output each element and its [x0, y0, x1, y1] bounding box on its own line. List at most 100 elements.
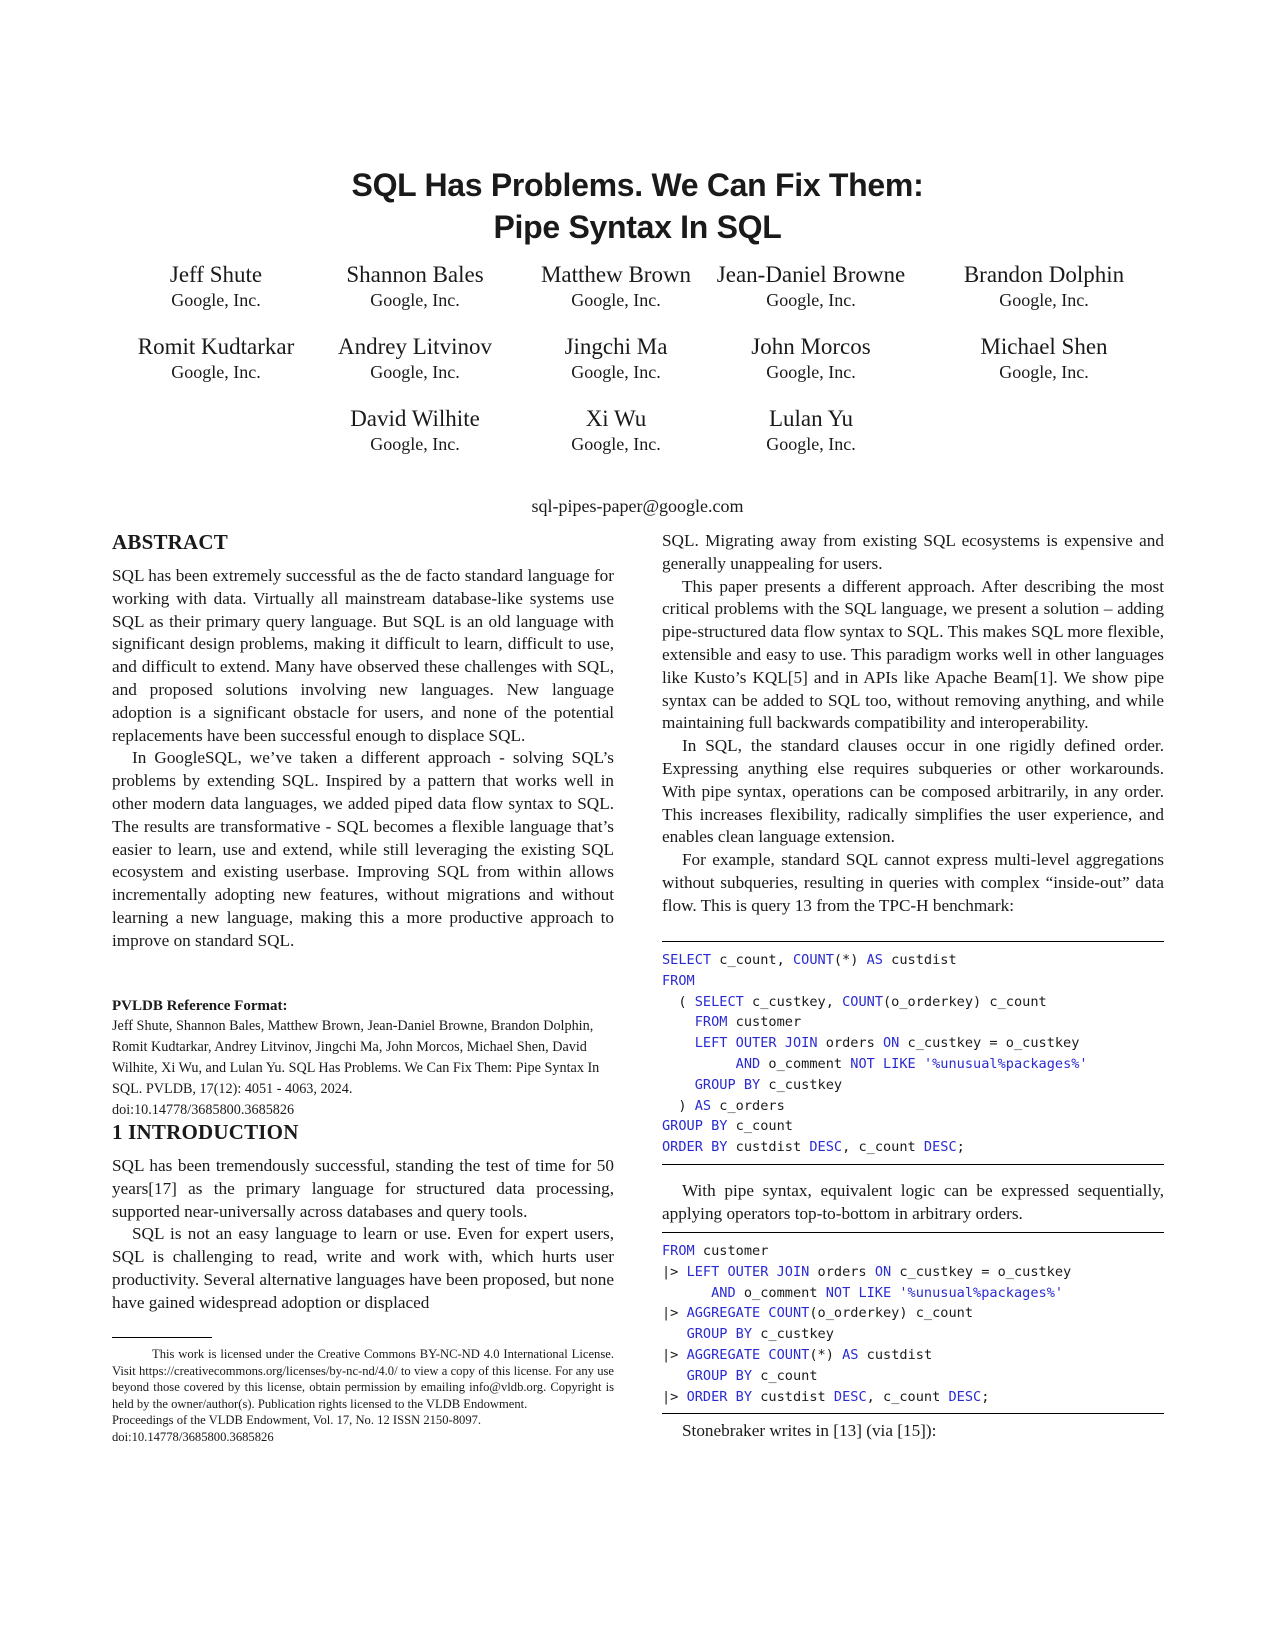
author-name: Andrey Litvinov: [338, 334, 492, 359]
sql-text: |>: [662, 1305, 687, 1322]
sql-text: custdist: [727, 1139, 810, 1156]
body-paragraph: Stonebraker writes in [13] (via [15]):: [682, 1421, 937, 1440]
body-paragraph: This paper presents a different approach…: [662, 576, 1164, 733]
author-name: David Wilhite: [350, 406, 480, 431]
sql-keyword: ORDER BY: [686, 1388, 753, 1405]
sql-text: c_custkey,: [743, 993, 843, 1010]
code-line: FROM customer: [662, 1241, 1164, 1262]
sql-keyword: GROUP BY: [686, 1367, 753, 1384]
code-block-standard-sql: SELECT c_count, COUNT(*) AS custdist FROM…: [662, 941, 1164, 1165]
sql-text: (*): [833, 952, 867, 968]
paper-title: SQL Has Problems. We Can Fix Them: Pipe …: [0, 164, 1275, 248]
body-paragraph: For example, standard SQL cannot express…: [662, 850, 1164, 915]
sql-text: ;: [956, 1139, 965, 1156]
sql-text: |>: [662, 1346, 687, 1363]
author-name: Jingchi Ma: [564, 334, 668, 359]
sql-keyword: ORDER BY: [662, 1139, 728, 1156]
author: Jean-Daniel Browne Google, Inc.: [698, 261, 924, 312]
author-affiliation: Google, Inc.: [999, 362, 1089, 382]
author-name: Jeff Shute: [169, 262, 263, 287]
sql-keyword: GROUP BY: [694, 1076, 761, 1093]
author: Brandon Dolphin Google, Inc.: [924, 261, 1164, 312]
proceedings-note: Proceedings of the VLDB Endowment, Vol. …: [112, 1413, 482, 1427]
sql-keyword: AS: [694, 1097, 712, 1114]
abstract-paragraph: SQL has been extremely successful as the…: [112, 566, 614, 745]
sql-keyword: NOT LIKE: [850, 1055, 916, 1072]
sql-keyword: AGGREGATE: [686, 1346, 761, 1363]
title-line-1: SQL Has Problems. We Can Fix Them:: [351, 167, 924, 203]
footnote-divider: [112, 1337, 212, 1338]
sql-text: customer: [727, 1014, 802, 1031]
code-line: |> LEFT OUTER JOIN orders ON c_custkey =…: [662, 1262, 1164, 1283]
author: Andrey Litvinov Google, Inc.: [305, 333, 525, 384]
sql-text: , c_count: [842, 1139, 924, 1156]
code-line: SELECT c_count, COUNT(*) AS custdist: [662, 950, 1164, 971]
author-affiliation: Google, Inc.: [370, 362, 460, 382]
author: Jeff Shute Google, Inc.: [106, 261, 326, 312]
code-line: FROM: [662, 971, 1164, 992]
code-line: GROUP BY c_custkey: [662, 1324, 1164, 1345]
author: Lulan Yu Google, Inc.: [701, 405, 921, 456]
abstract-paragraph: In GoogleSQL, we’ve taken a different ap…: [112, 748, 614, 950]
author-affiliation: Google, Inc.: [766, 362, 856, 382]
right-column-text-2: With pipe syntax, equivalent logic can b…: [662, 1180, 1164, 1226]
code-line: AND o_comment NOT LIKE '%unusual%package…: [662, 1283, 1164, 1304]
sql-text: o_comment: [760, 1055, 851, 1072]
author: Jingchi Ma Google, Inc.: [506, 333, 726, 384]
code-line: ( SELECT c_custkey, COUNT(o_orderkey) c_…: [662, 992, 1164, 1013]
author-affiliation: Google, Inc.: [999, 290, 1089, 310]
code-line: FROM customer: [662, 1012, 1164, 1033]
sql-text: c_custkey = o_custkey: [899, 1035, 1080, 1052]
sql-text: (: [662, 993, 695, 1010]
sql-keyword: '%unusual%packages%': [899, 1284, 1064, 1301]
abstract-body: SQL has been extremely successful as the…: [112, 565, 614, 953]
sql-keyword: DESC: [948, 1388, 982, 1405]
sql-keyword: GROUP BY: [686, 1326, 753, 1343]
code-line: LEFT OUTER JOIN orders ON c_custkey = o_…: [662, 1033, 1164, 1054]
footnote: This work is licensed under the Creative…: [112, 1346, 614, 1445]
reference-format-text: Jeff Shute, Shannon Bales, Matthew Brown…: [112, 1018, 600, 1097]
author-affiliation: Google, Inc.: [171, 362, 261, 382]
author-affiliation: Google, Inc.: [571, 362, 661, 382]
code-line: |> AGGREGATE COUNT(o_orderkey) c_count: [662, 1303, 1164, 1324]
author-name: Jean-Daniel Browne: [716, 262, 906, 287]
author-affiliation: Google, Inc.: [766, 434, 856, 454]
sql-text: c_count,: [711, 952, 793, 968]
reference-format-heading: PVLDB Reference Format:: [112, 998, 288, 1014]
sql-text: c_custkey: [760, 1076, 843, 1093]
sql-text: custdist: [883, 952, 957, 968]
author-name: Matthew Brown: [540, 262, 692, 287]
author-affiliation: Google, Inc.: [571, 290, 661, 310]
sql-text: c_count: [752, 1367, 818, 1384]
sql-text: custdist: [858, 1346, 933, 1363]
title-line-2: Pipe Syntax In SQL: [493, 209, 782, 245]
code-line: AND o_comment NOT LIKE '%unusual%package…: [662, 1054, 1164, 1075]
sql-keyword: AGGREGATE: [686, 1305, 761, 1322]
author-name: Michael Shen: [980, 334, 1108, 359]
sql-text: c_custkey = o_custkey: [891, 1263, 1072, 1280]
sql-keyword: '%unusual%packages%': [923, 1055, 1088, 1072]
author: Xi Wu Google, Inc.: [506, 405, 726, 456]
author-name: John Morcos: [751, 334, 871, 359]
sql-keyword: GROUP BY: [662, 1118, 728, 1135]
sql-keyword: COUNT: [792, 952, 834, 968]
code-line: GROUP BY c_custkey: [662, 1075, 1164, 1096]
sql-text: o_comment: [735, 1284, 826, 1301]
code-block-pipe-sql: FROM customer |> LEFT OUTER JOIN orders O…: [662, 1232, 1164, 1415]
sql-text: ): [662, 1097, 695, 1114]
footnote-doi: doi:10.14778/3685800.3685826: [112, 1429, 274, 1444]
body-paragraph: SQL. Migrating away from existing SQL ec…: [662, 531, 1164, 573]
code-line: |> ORDER BY custdist DESC, c_count DESC;: [662, 1387, 1164, 1408]
sql-text: (*): [809, 1346, 843, 1363]
sql-keyword: DESC: [923, 1139, 957, 1156]
sql-text: , c_count: [866, 1388, 949, 1405]
sql-keyword: COUNT: [768, 1305, 810, 1322]
sql-keyword: ON: [874, 1263, 892, 1280]
author-affiliation: Google, Inc.: [171, 290, 261, 310]
sql-text: c_orders: [711, 1097, 785, 1114]
author-affiliation: Google, Inc.: [766, 290, 856, 310]
